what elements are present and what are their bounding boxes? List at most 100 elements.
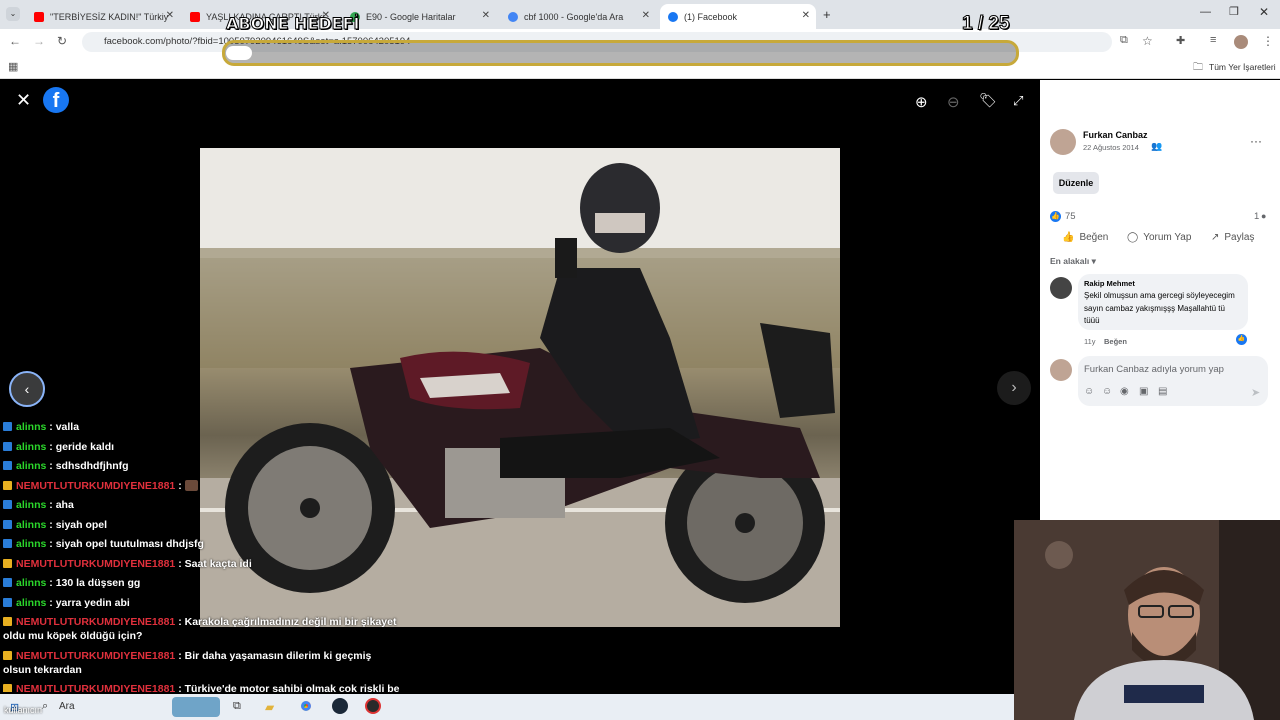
tab-close-icon[interactable]: ✕ xyxy=(642,10,650,21)
browser-tab-bar: ⌄ "TERBİYESİZ KADIN!" Türkiye'de ✕ YAŞLI… xyxy=(0,0,1280,29)
close-icon[interactable]: ✕ xyxy=(16,90,31,111)
chat-message: NEMUTLUTURKUMDIYENE1881 : Türkiye'de mot… xyxy=(0,682,400,692)
extensions-icon[interactable]: ✚ xyxy=(1176,34,1185,47)
install-app-icon[interactable]: ⧉ xyxy=(1120,34,1128,47)
comment-text: Şekil olmuşsun ama gercegi söyleyecegim … xyxy=(1084,291,1235,325)
current-user-avatar xyxy=(1050,359,1072,381)
prev-arrow-icon: ‹ xyxy=(24,381,30,397)
post-date[interactable]: 22 Ağustos 2014 xyxy=(1083,143,1139,152)
weather-widget-icon[interactable] xyxy=(172,697,220,717)
google-icon xyxy=(508,11,518,22)
zoom-in-icon[interactable]: ⊕ xyxy=(915,93,928,111)
chat-message: alinns : siyah opel tuutulması dhdjsfg xyxy=(0,537,400,551)
media-icon[interactable]: ≡ xyxy=(1210,34,1216,46)
chat-message: NEMUTLUTURKUMDIYENE1881 : Saat kaçta idi xyxy=(0,557,400,571)
chat-message: NEMUTLUTURKUMDIYENE1881 : xyxy=(0,479,400,493)
new-tab-icon[interactable]: + xyxy=(823,7,831,22)
steam-icon[interactable] xyxy=(332,698,348,714)
tab-close-icon[interactable]: ✕ xyxy=(802,10,810,21)
youtube-icon xyxy=(34,11,44,22)
facebook-logo-icon[interactable]: f xyxy=(43,87,69,113)
back-icon[interactable]: ← xyxy=(9,34,21,48)
file-explorer-icon[interactable]: ▰ xyxy=(265,700,274,714)
windows-taskbar: ⊞ ⌕ Ara kullanıcın ⧉ ▰ xyxy=(0,694,1015,720)
comment-like-link[interactable]: Beğen xyxy=(1104,337,1127,346)
camera-icon[interactable]: ◉ xyxy=(1120,386,1129,397)
chat-message: NEMUTLUTURKUMDIYENE1881 : Karakola çağrı… xyxy=(3,616,397,642)
chat-message: alinns : yarra yedin abi xyxy=(0,596,400,610)
tab-list-dropdown-icon[interactable]: ⌄ xyxy=(6,7,20,21)
more-icon[interactable]: ··· xyxy=(1250,134,1262,148)
apps-grid-icon[interactable]: ▦ xyxy=(8,60,18,73)
tab-close-icon[interactable]: ✕ xyxy=(482,10,490,21)
chat-message: alinns : aha xyxy=(0,498,400,512)
post-details-panel: Furkan Canbaz 22 Ağustos 2014 👥 ··· Düze… xyxy=(1040,80,1280,520)
comments-count[interactable]: 1 xyxy=(1254,211,1259,222)
sticker-icon[interactable]: ▤ xyxy=(1158,386,1167,397)
author-name[interactable]: Furkan Canbaz xyxy=(1083,130,1148,140)
like-icon: 👍 xyxy=(1062,232,1075,243)
menu-icon[interactable]: ⋮ xyxy=(1262,34,1274,48)
next-photo-button[interactable]: › xyxy=(997,371,1031,405)
comment-author[interactable]: Rakip Mehmet xyxy=(1084,279,1242,288)
comment-composer[interactable]: Furkan Canbaz adıyla yorum yap ☺ ☺ ◉ ▣ ▤… xyxy=(1078,356,1268,406)
bookmark-star-icon[interactable]: ☆ xyxy=(1142,34,1153,48)
chat-emote xyxy=(184,479,198,491)
reload-icon[interactable]: ↻ xyxy=(57,34,67,48)
comment-button[interactable]: ◯ Yorum Yap xyxy=(1127,232,1191,243)
author-avatar[interactable] xyxy=(1050,129,1076,155)
tab-4[interactable]: cbf 1000 - Google'da Ara ✕ xyxy=(500,4,656,29)
obs-icon[interactable] xyxy=(365,698,381,714)
sort-comments-dropdown[interactable]: En alakalı ▾ xyxy=(1050,256,1096,267)
comment-age[interactable]: 11y xyxy=(1084,337,1096,346)
chat-badge-icon xyxy=(3,441,12,451)
chat-message: alinns : 130 la düşsen gg xyxy=(0,576,400,590)
chrome-icon[interactable] xyxy=(298,698,314,714)
youtube-icon xyxy=(190,11,200,22)
tab-1[interactable]: "TERBİYESİZ KADIN!" Türkiye'de ✕ xyxy=(26,4,180,29)
minimize-icon[interactable]: — xyxy=(1200,6,1211,18)
tab-5-active[interactable]: (1) Facebook ✕ xyxy=(660,4,816,29)
stream-chat-overlay: alinns : valla alinns : geride kaldı ali… xyxy=(0,420,400,698)
zoom-out-icon[interactable]: ⊖ xyxy=(947,93,960,111)
likes-count[interactable]: 75 xyxy=(1065,211,1076,222)
tab-3[interactable]: E90 - Google Haritalar ✕ xyxy=(342,4,496,29)
chat-badge-icon xyxy=(3,617,12,626)
send-icon[interactable]: ➤ xyxy=(1251,386,1260,399)
chat-badge-icon xyxy=(3,597,12,607)
chat-badge-icon xyxy=(3,578,12,587)
tag-icon[interactable]: 🏷 xyxy=(979,92,997,109)
chat-badge-icon xyxy=(3,539,12,548)
subscriber-goal-fill xyxy=(226,46,252,60)
taskbar-user-label: kullanıcın xyxy=(4,705,43,715)
chat-badge-icon xyxy=(3,684,12,692)
share-button[interactable]: ↗ Paylaş xyxy=(1211,232,1254,243)
prev-photo-button[interactable]: ‹ xyxy=(9,371,45,407)
profile-avatar[interactable] xyxy=(1234,35,1248,49)
emoji-icon[interactable]: ☺ xyxy=(1102,386,1112,397)
window-close-icon[interactable]: ✕ xyxy=(1259,5,1269,19)
subscriber-goal-bar xyxy=(222,40,1019,66)
facebook-icon xyxy=(668,11,678,22)
gif-icon[interactable]: ▣ xyxy=(1139,386,1148,397)
like-reaction-icon: 👍 xyxy=(1050,211,1061,222)
audience-friends-icon: 👥 xyxy=(1151,141,1163,151)
chevron-down-icon: ▾ xyxy=(1091,256,1096,266)
commenter-avatar[interactable] xyxy=(1050,277,1072,299)
taskbar-search-label[interactable]: Ara xyxy=(59,701,75,712)
chat-message: NEMUTLUTURKUMDIYENE1881 : Bir daha yaşam… xyxy=(3,649,372,676)
edit-button[interactable]: Düzenle xyxy=(1053,172,1099,194)
tab-close-icon[interactable]: ✕ xyxy=(166,10,174,21)
chat-badge-icon xyxy=(3,480,12,490)
fullscreen-icon[interactable]: ⤢ xyxy=(1013,93,1023,109)
like-button[interactable]: 👍 Beğen xyxy=(1062,232,1108,243)
restore-icon[interactable]: ❐ xyxy=(1229,5,1239,18)
chat-badge-icon xyxy=(3,519,12,529)
task-view-icon[interactable]: ⧉ xyxy=(233,700,241,713)
chat-message: alinns : geride kaldı xyxy=(0,440,400,454)
forward-icon[interactable]: → xyxy=(33,34,45,48)
search-icon[interactable]: ⌕ xyxy=(42,700,48,713)
comment-input[interactable]: Furkan Canbaz adıyla yorum yap xyxy=(1084,364,1224,375)
avatar-sticker-icon[interactable]: ☺ xyxy=(1084,386,1094,397)
all-bookmarks-link[interactable]: Tüm Yer İşaretleri xyxy=(1209,62,1276,72)
